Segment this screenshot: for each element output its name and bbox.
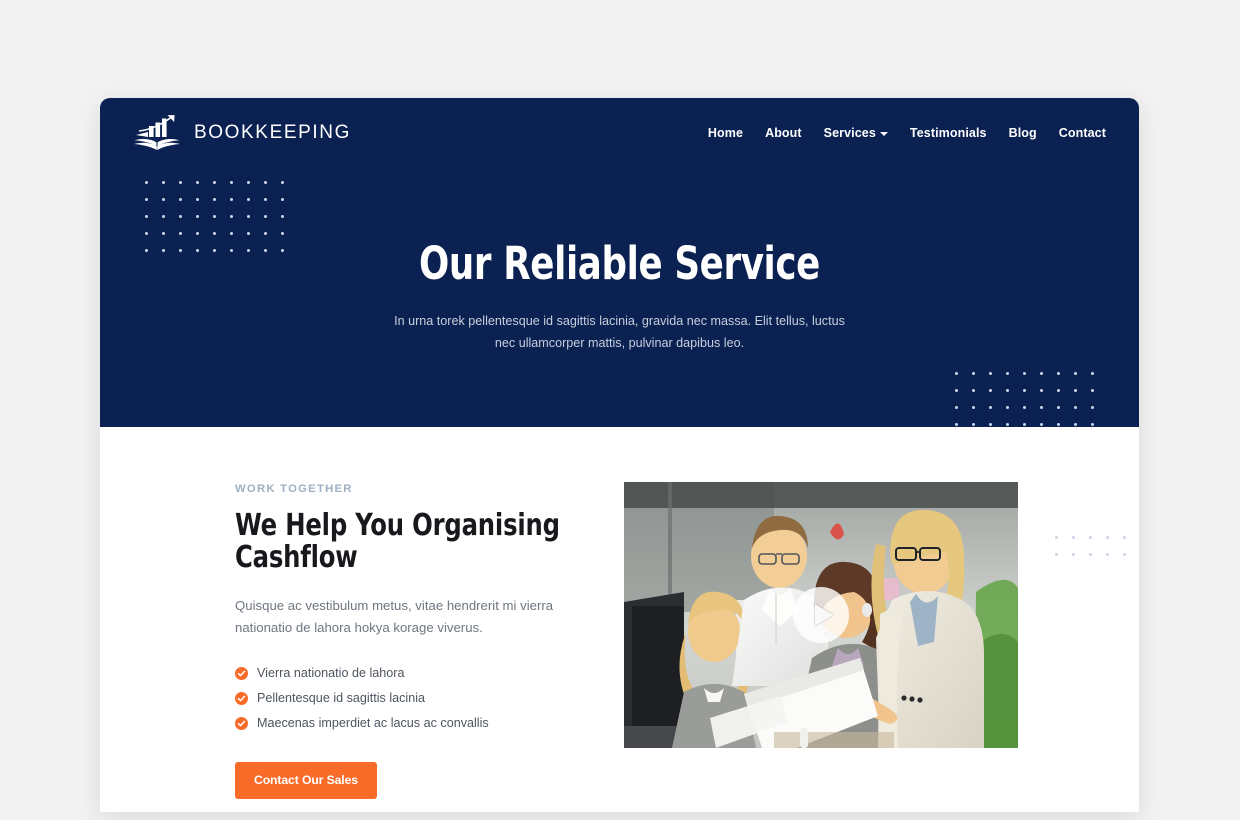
check-circle-icon [235, 717, 248, 731]
list-item: Pellentesque id sagittis lacinia [235, 691, 580, 706]
nav-item-home-label: Home [707, 126, 744, 140]
check-circle-icon [235, 692, 248, 706]
section-eyebrow: WORK TOGETHER [235, 483, 353, 495]
nav-item-about-label: About [765, 126, 802, 140]
section-text-column: WORK TOGETHER We Help You Organising Cas… [235, 480, 580, 800]
list-item: Maecenas imperdiet ac lacus ac convallis [235, 716, 580, 731]
video-thumbnail[interactable] [624, 482, 1018, 748]
decorative-dot-grid-bottom-right [948, 365, 1101, 427]
contact-our-sales-button[interactable]: Contact Our Sales [235, 762, 377, 800]
nav-links: Home About Services Testimonials Blog Co… [708, 126, 1106, 140]
work-together-section: WORK TOGETHER We Help You Organising Cas… [100, 427, 1139, 800]
nav-item-testimonials[interactable]: Testimonials [910, 126, 987, 140]
feature-list: Vierra nationatio de lahora Pellentesque… [235, 666, 580, 731]
nav-item-contact[interactable]: Contact [1059, 126, 1106, 140]
nav-item-testimonials-label: Testimonials [909, 126, 987, 140]
nav-item-blog-label: Blog [1008, 126, 1037, 140]
nav-item-services-label: Services [823, 126, 876, 140]
section-media-column [624, 480, 1018, 799]
nav-item-blog[interactable]: Blog [1009, 126, 1037, 140]
list-item: Vierra nationatio de lahora [235, 666, 580, 681]
chart-book-logo-icon [134, 115, 180, 150]
list-item-label: Vierra nationatio de lahora [257, 665, 405, 680]
play-button[interactable] [793, 587, 849, 643]
chevron-down-icon [879, 132, 888, 136]
list-item-label: Maecenas imperdiet ac lacus ac convallis [257, 716, 489, 731]
page-card: BOOKKEEPING Home About Services Testimon… [100, 98, 1139, 812]
hero-section: BOOKKEEPING Home About Services Testimon… [100, 98, 1139, 427]
nav-item-home[interactable]: Home [708, 126, 743, 140]
page-title: Our Reliable Service [418, 237, 821, 290]
hero-subtitle: In urna torek pellentesque id sagittis l… [394, 314, 845, 351]
play-icon [814, 604, 833, 626]
check-circle-icon [235, 666, 248, 680]
brand-logo[interactable]: BOOKKEEPING [131, 113, 351, 153]
decorative-dot-grid-overflow [1048, 529, 1139, 563]
section-body-text: Quisque ac vestibulum metus, vitae hendr… [235, 598, 554, 635]
main-navigation-bar: BOOKKEEPING Home About Services Testimon… [100, 98, 1139, 168]
nav-item-contact-label: Contact [1058, 126, 1106, 140]
list-item-label: Pellentesque id sagittis lacinia [257, 691, 426, 706]
nav-item-about[interactable]: About [765, 126, 802, 140]
hero-content: Our Reliable Service In urna torek pelle… [100, 168, 1139, 354]
section-title: We Help You Organising Cashflow [235, 508, 560, 576]
brand-name: BOOKKEEPING [194, 122, 351, 143]
nav-item-services[interactable]: Services [824, 126, 888, 140]
